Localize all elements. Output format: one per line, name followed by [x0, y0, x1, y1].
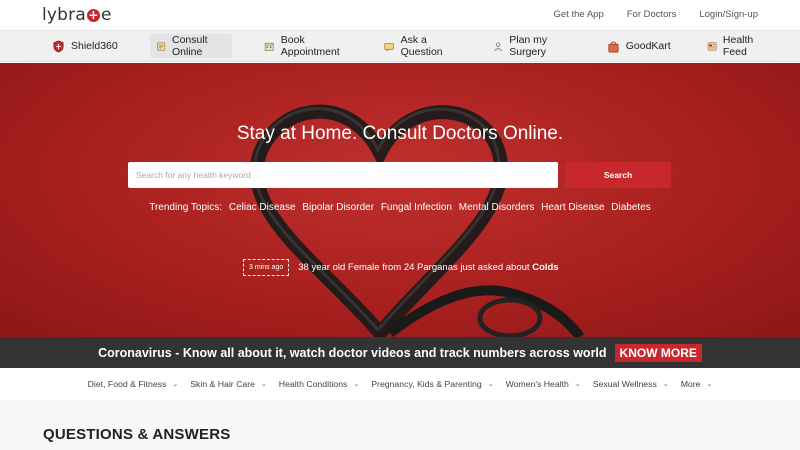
- trending-topics: Trending Topics: Celiac Disease Bipolar …: [0, 202, 800, 213]
- nav-item-ask-question[interactable]: Ask a Question: [380, 34, 461, 58]
- surgeon-icon: [494, 41, 502, 51]
- category-more[interactable]: More ⌄: [681, 379, 713, 389]
- top-bar: lybra + e Get the App For Doctors Login/Si…: [0, 0, 800, 30]
- login-signup-link[interactable]: Login/Sign-up: [699, 9, 758, 20]
- chevron-down-icon: ⌄: [574, 381, 581, 388]
- chat-icon: [384, 42, 395, 52]
- ticker-timestamp: 3 mins ago: [243, 259, 290, 276]
- category-label: Women's Health: [505, 379, 569, 389]
- nav-label: GoodKart: [625, 40, 671, 52]
- feed-icon: [707, 42, 717, 50]
- trending-link-diabetes[interactable]: Diabetes: [611, 202, 650, 213]
- trending-link-bipolar[interactable]: Bipolar Disorder: [302, 202, 374, 213]
- category-label: Skin & Hair Care: [190, 379, 255, 389]
- trending-label: Trending Topics:: [149, 202, 223, 213]
- bag-icon: [608, 41, 619, 52]
- coronavirus-banner: Coronavirus - Know all about it, watch d…: [0, 337, 800, 368]
- shield-icon: [53, 40, 64, 52]
- hero-section: Stay at Home. Consult Doctors Online. Se…: [0, 63, 800, 337]
- search-input[interactable]: [128, 162, 558, 188]
- questions-answers-section: QUESTIONS & ANSWERS: [0, 400, 800, 450]
- trending-link-celiac[interactable]: Celiac Disease: [229, 202, 296, 213]
- nav-item-book-appointment[interactable]: Book Appointment: [260, 34, 352, 58]
- chevron-down-icon: ⌄: [662, 381, 669, 388]
- ticker-topic[interactable]: Colds: [532, 262, 558, 273]
- category-label: Diet, Food & Fitness: [87, 379, 167, 389]
- nav-item-goodkart[interactable]: GoodKart: [603, 34, 675, 58]
- nav-item-consult-online[interactable]: Consult Online: [149, 34, 233, 58]
- logo-cross-icon: +: [86, 8, 100, 22]
- stethoscope-heart-image: [249, 104, 585, 337]
- nav-label: Shield360: [71, 40, 118, 52]
- logo-text-end: e: [100, 5, 112, 25]
- for-doctors-link[interactable]: For Doctors: [627, 9, 677, 20]
- category-sexual-wellness[interactable]: Sexual Wellness ⌄: [593, 379, 669, 389]
- nav-label: Book Appointment: [280, 34, 340, 58]
- category-label: More: [680, 379, 701, 389]
- top-links: Get the App For Doctors Login/Sign-up: [554, 9, 758, 20]
- category-label: Health Conditions: [278, 379, 348, 389]
- logo-text-start: lybra: [42, 5, 86, 25]
- chevron-down-icon: ⌄: [706, 381, 713, 388]
- live-question-ticker: 3 mins ago 38 year old Female from 24 Pa…: [243, 259, 559, 276]
- nav-item-plan-surgery[interactable]: Plan my Surgery: [489, 34, 575, 58]
- trending-link-fungal[interactable]: Fungal Infection: [381, 202, 452, 213]
- nav-label: Plan my Surgery: [509, 34, 548, 58]
- consult-icon: [156, 42, 165, 50]
- chevron-down-icon: ⌄: [353, 381, 360, 388]
- category-skin-hair[interactable]: Skin & Hair Care ⌄: [190, 379, 267, 389]
- banner-text: Coronavirus - Know all about it, watch d…: [98, 345, 607, 360]
- category-label: Pregnancy, Kids & Parenting: [371, 379, 482, 389]
- nav-item-shield360[interactable]: Shield360: [48, 34, 122, 58]
- chevron-down-icon: ⌄: [172, 381, 179, 388]
- category-health-conditions[interactable]: Health Conditions ⌄: [279, 379, 359, 389]
- ticker-text: 38 year old Female from 24 Parganas just…: [298, 262, 530, 273]
- get-app-link[interactable]: Get the App: [554, 9, 604, 20]
- nav-item-health-feed[interactable]: Health Feed: [703, 34, 772, 58]
- chevron-down-icon: ⌄: [487, 381, 494, 388]
- trending-link-mental[interactable]: Mental Disorders: [459, 202, 535, 213]
- category-label: Sexual Wellness: [592, 379, 657, 389]
- category-pregnancy-kids[interactable]: Pregnancy, Kids & Parenting ⌄: [371, 379, 493, 389]
- nav-label: Consult Online: [172, 34, 208, 58]
- search-button[interactable]: Search: [565, 162, 671, 188]
- calendar-icon: [265, 42, 274, 51]
- main-nav: Shield360 Consult Online Book Appointmen…: [0, 30, 800, 62]
- section-title: QUESTIONS & ANSWERS: [43, 426, 231, 443]
- lybrate-logo[interactable]: lybra + e: [42, 5, 112, 25]
- trending-link-heart[interactable]: Heart Disease: [541, 202, 604, 213]
- category-nav: Diet, Food & Fitness ⌄ Skin & Hair Care ⌄ …: [0, 368, 800, 400]
- category-diet-fitness[interactable]: Diet, Food & Fitness ⌄: [88, 379, 179, 389]
- category-womens-health[interactable]: Women's Health ⌄: [506, 379, 581, 389]
- nav-label: Ask a Question: [400, 34, 443, 58]
- know-more-button[interactable]: KNOW MORE: [614, 343, 702, 362]
- chevron-down-icon: ⌄: [260, 381, 267, 388]
- hero-title: Stay at Home. Consult Doctors Online.: [236, 123, 564, 144]
- nav-label: Health Feed: [722, 34, 754, 58]
